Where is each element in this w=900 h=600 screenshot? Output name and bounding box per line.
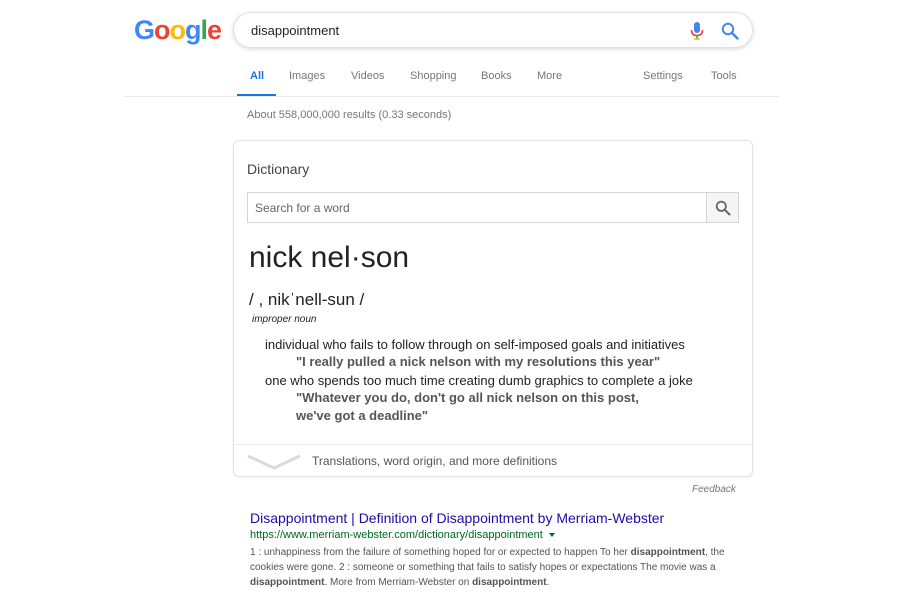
search-tabs: All Images Videos Shopping Books More Se…: [0, 64, 900, 98]
phonetic-spelling: / , nikˈnell-sun /: [249, 290, 365, 309]
example-sentence: "Whatever you do, don't go all nick nels…: [296, 390, 639, 405]
example-sentence: "I really pulled a nick nelson with my r…: [296, 354, 661, 369]
more-definitions-link[interactable]: Translations, word origin, and more defi…: [312, 454, 557, 468]
result-url: https://www.merriam-webster.com/dictiona…: [250, 528, 745, 543]
logo-letter: e: [207, 15, 222, 45]
tab-more[interactable]: More: [537, 70, 562, 82]
tab-images[interactable]: Images: [289, 70, 325, 82]
microphone-icon[interactable]: [689, 22, 705, 40]
result-url-text: https://www.merriam-webster.com/dictiona…: [250, 529, 543, 541]
dictionary-search-button[interactable]: [706, 192, 739, 223]
logo-letter: o: [169, 15, 186, 45]
logo-letter: g: [185, 15, 201, 45]
search-icon[interactable]: [721, 22, 739, 40]
tab-all[interactable]: All: [250, 70, 264, 82]
dictionary-search-box[interactable]: [247, 192, 707, 223]
chevron-down-icon[interactable]: [246, 453, 302, 471]
dictionary-search-input[interactable]: [248, 193, 685, 222]
tab-books[interactable]: Books: [481, 70, 512, 82]
dictionary-word: nick nel·son: [249, 241, 410, 274]
settings-link[interactable]: Settings: [643, 70, 683, 82]
snippet-text: .: [546, 577, 550, 588]
snippet-highlight: disappointment: [630, 547, 706, 558]
result-stats: About 558,000,000 results (0.33 seconds): [247, 109, 452, 121]
logo-letter: o: [154, 15, 170, 45]
google-logo[interactable]: Google: [134, 12, 222, 48]
result-title-link[interactable]: Disappointment | Definition of Disappoin…: [250, 509, 745, 528]
tab-shopping[interactable]: Shopping: [410, 70, 457, 82]
tools-link[interactable]: Tools: [711, 70, 737, 82]
logo-letter: G: [134, 15, 155, 45]
dropdown-arrow-icon[interactable]: [548, 533, 555, 538]
card-title: Dictionary: [247, 161, 310, 177]
divider: [123, 96, 779, 97]
search-input[interactable]: disappointment: [251, 13, 339, 49]
tab-videos[interactable]: Videos: [351, 70, 384, 82]
part-of-speech: improper noun: [252, 314, 317, 325]
result-snippet: 1 : unhappiness from the failure of some…: [250, 545, 745, 590]
search-results-page: Google disappointment All Images Videos …: [0, 0, 900, 600]
search-result: Disappointment | Definition of Disappoin…: [250, 509, 745, 590]
definition: one who spends too much time creating du…: [265, 373, 693, 388]
snippet-highlight: disappointment: [472, 577, 547, 588]
snippet-text: . More from Merriam-Webster on: [324, 577, 473, 588]
snippet-highlight: disappointment: [250, 577, 325, 588]
feedback-link[interactable]: Feedback: [692, 484, 736, 495]
search-icon: [715, 200, 731, 216]
dictionary-card: Dictionary nick nel·son / , nikˈnell-sun…: [233, 140, 753, 477]
divider: [234, 444, 752, 445]
example-sentence: we've got a deadline": [296, 408, 429, 423]
search-box[interactable]: disappointment: [233, 12, 753, 48]
snippet-text: 1 : unhappiness from the failure of some…: [250, 547, 631, 558]
definition: individual who fails to follow through o…: [265, 337, 685, 352]
